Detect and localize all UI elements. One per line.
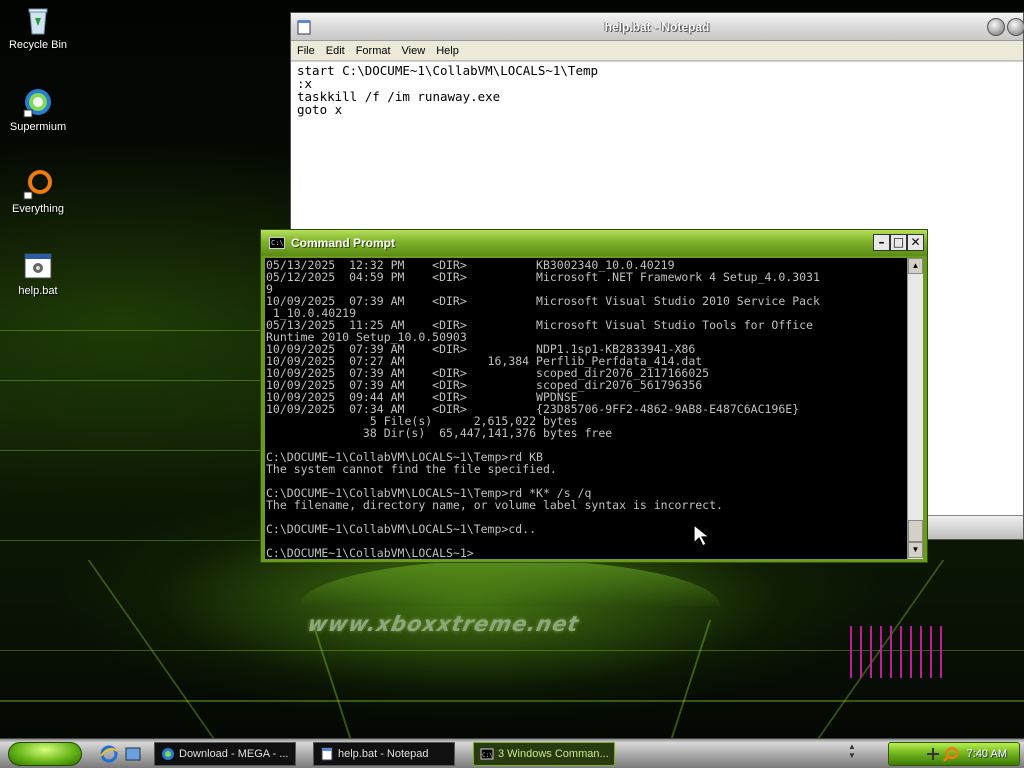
browser-icon (162, 748, 174, 760)
cmd-icon: C:\ (480, 748, 494, 760)
cmd-window[interactable]: C:\ Command Prompt – □ ✕ 05/13/2025 12:3… (260, 229, 928, 563)
desktop-icon-label: Everything (12, 203, 64, 215)
menu-format[interactable]: Format (356, 45, 391, 57)
notepad-titlebar[interactable]: help.bat - Notepad (291, 13, 1024, 41)
taskbar-button-label: 3 Windows Comman... (498, 748, 609, 760)
desktop-icon-recycle-bin[interactable]: Recycle Bin (0, 4, 76, 51)
cmd-output: 05/13/2025 12:32 PM <DIR> KB3002340_10.0… (266, 258, 820, 559)
show-desktop-icon[interactable] (124, 745, 142, 763)
desktop-icon-label: Recycle Bin (8, 39, 68, 51)
recycle-bin-icon (28, 8, 48, 35)
wallpaper-grid-line (0, 540, 260, 541)
cmd-maximize-button[interactable]: □ (890, 234, 907, 251)
wallpaper-grid-line (670, 620, 712, 738)
wallpaper-grid-line (310, 620, 352, 738)
taskbar-button-notepad[interactable]: help.bat - Notepad (313, 742, 455, 766)
notepad-maximize-button[interactable] (1007, 18, 1024, 36)
cmd-titlebar[interactable]: C:\ Command Prompt – □ ✕ (261, 230, 927, 256)
wallpaper-grid-line (87, 560, 215, 738)
desktop-icon-help-bat[interactable]: help.bat (0, 250, 76, 297)
taskbar-button-label: help.bat - Notepad (338, 748, 429, 760)
wallpaper-logo (300, 560, 720, 606)
taskbar-button-label: Download - MEGA - ... (179, 748, 289, 760)
cmd-scrollbar[interactable]: ▲ ▼ (907, 258, 923, 559)
wallpaper-text: www.xboxxtreme.net (305, 612, 582, 636)
system-tray: 7:40 AM (888, 742, 1020, 766)
supermium-icon (23, 89, 51, 118)
menu-file[interactable]: File (297, 45, 315, 57)
wallpaper-barcode (850, 626, 945, 680)
notepad-icon (321, 747, 333, 761)
wallpaper-grid-line (0, 700, 1024, 702)
taskbar: Download - MEGA - ... help.bat - Notepad… (0, 738, 1024, 768)
everything-icon (23, 170, 52, 200)
batch-file-icon (24, 253, 52, 279)
tray-search-icon[interactable] (943, 746, 959, 762)
desktop-icon-everything[interactable]: Everything (0, 168, 76, 215)
cmd-close-button[interactable]: ✕ (907, 234, 924, 251)
desktop-icon-label: Supermium (9, 121, 67, 133)
desktop-icon-supermium[interactable]: Supermium (0, 86, 76, 133)
notepad-minimize-button[interactable] (987, 18, 1005, 36)
internet-explorer-icon[interactable] (100, 745, 118, 763)
mouse-cursor-icon (693, 523, 711, 547)
scroll-thumb[interactable] (908, 520, 923, 542)
tray-tool-icon[interactable] (925, 746, 941, 762)
menu-view[interactable]: View (402, 45, 426, 57)
notepad-menubar: File Edit Format View Help (291, 41, 1023, 61)
cmd-title: Command Prompt (291, 236, 396, 250)
clock[interactable]: 7:40 AM (967, 748, 1007, 760)
taskbar-button-mega[interactable]: Download - MEGA - ... (154, 742, 296, 766)
cmd-console[interactable]: 05/13/2025 12:32 PM <DIR> KB3002340_10.0… (265, 258, 907, 559)
notepad-title: help.bat - Notepad (604, 20, 710, 34)
scroll-up-icon[interactable]: ▲ (908, 258, 923, 274)
svg-text:C:\: C:\ (482, 752, 493, 759)
menu-help[interactable]: Help (436, 45, 459, 57)
notepad-status-area (927, 515, 1023, 539)
taskbar-button-cmd[interactable]: C:\ 3 Windows Comman... (473, 742, 615, 766)
start-button[interactable] (8, 742, 82, 766)
desktop-icon-label: help.bat (18, 285, 58, 297)
cmd-minimize-button[interactable]: – (873, 234, 890, 251)
tray-expand-icon[interactable]: ▲ ▼ (848, 742, 860, 764)
scroll-down-icon[interactable]: ▼ (908, 542, 923, 558)
cmd-icon: C:\ (269, 237, 285, 249)
menu-edit[interactable]: Edit (326, 45, 345, 57)
